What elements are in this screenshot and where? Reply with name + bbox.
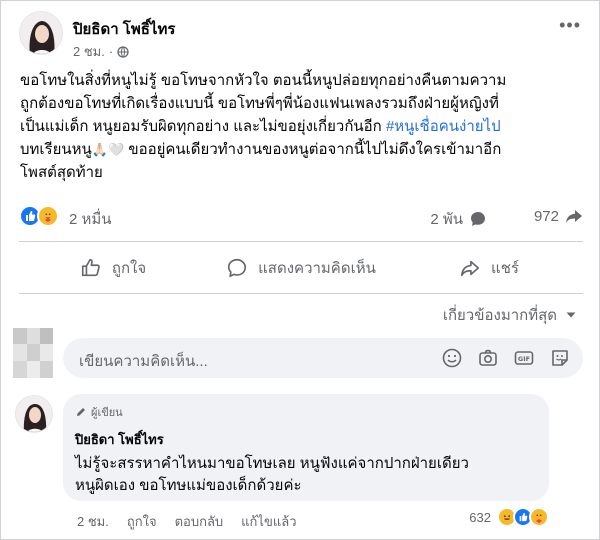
blurred-user-avatar <box>13 328 53 378</box>
post-text-line: บทเรียนหนู🙏🏻🤍 ขออยู่คนเดียวทำงานของหนูต่… <box>20 138 588 161</box>
gif-icon[interactable]: GIF <box>513 347 535 369</box>
comment-bubble: ผู้เขียน ปิยธิดา โพธิ์ไทร ไม่รู้จะสรรหาค… <box>63 394 549 501</box>
author-badge: ผู้เขียน <box>75 403 537 421</box>
comment-reaction-count: 632 <box>469 509 491 525</box>
share-count-value: 972 <box>533 207 559 225</box>
post-header: ปิยธิดา โพธิ์ไทร 2 ชม. · ••• <box>19 11 585 61</box>
comment-count[interactable]: 2 พัน <box>430 207 487 231</box>
post-text: ขอโทษในสิ่งที่หนูไม่รู้ ขอโทษจากหัวใจ ตอ… <box>20 69 588 184</box>
divider <box>19 293 583 294</box>
emoji-icon[interactable] <box>441 347 463 369</box>
sort-label: เกี่ยวข้องมากที่สุด <box>442 307 557 324</box>
reaction-icons[interactable] <box>19 205 59 227</box>
post-time[interactable]: 2 ชม. <box>73 41 105 62</box>
comment-icon <box>228 258 247 278</box>
comment-reactions[interactable]: 632 <box>469 507 549 527</box>
like-button-label: ถูกใจ <box>111 260 147 277</box>
reaction-count[interactable]: 2 หมื่น <box>69 207 112 231</box>
comment-time[interactable]: 2 ชม. <box>77 511 109 532</box>
like-button[interactable]: ถูกใจ <box>19 247 207 289</box>
author-badge-label: ผู้เขียน <box>91 407 123 419</box>
globe-icon <box>117 45 129 58</box>
comment-text: ไม่รู้จะสรรหาคำไหนมาขอโทษเลย หนูฟังแค่จา… <box>75 453 537 497</box>
composer-icons: GIF <box>441 347 571 369</box>
post-text-segment: บทเรียนหนู <box>20 141 92 158</box>
author-avatar[interactable] <box>19 11 63 55</box>
care-reaction-icon <box>529 507 549 527</box>
emoji-text: 🙏🏻🤍 <box>91 142 125 157</box>
comment-input-placeholder[interactable]: เขียนความคิดเห็น... <box>79 349 208 373</box>
sticker-icon[interactable] <box>549 347 571 369</box>
comment-author-avatar[interactable] <box>15 395 53 433</box>
comment-bubble-icon <box>471 212 485 226</box>
like-icon <box>81 258 100 277</box>
comment-like-button[interactable]: ถูกใจ <box>127 511 157 532</box>
comment-edited-label[interactable]: แก้ไขแล้ว <box>241 511 296 532</box>
comment-reply-button[interactable]: ตอบกลับ <box>175 511 224 532</box>
post-text-line: เป็นแม่เด็ก หนูยอมรับผิดทุกอย่าง และไม่ข… <box>20 115 588 138</box>
comment-sort-dropdown[interactable]: เกี่ยวข้องมากที่สุด <box>443 303 577 327</box>
post-text-line: โพสต์สุดท้าย <box>20 164 103 181</box>
comment-button-label: แสดงความคิดเห็น <box>258 260 376 277</box>
comment-text-line: หนูผิดเอง ขอโทษแม่ของเด็กด้วยค่ะ <box>75 477 302 494</box>
share-button[interactable]: แชร์ <box>395 247 583 289</box>
comment-composer[interactable]: เขียนความคิดเห็น... GIF <box>63 338 583 378</box>
post-card: ปิยธิดา โพธิ์ไทร 2 ชม. · ••• ขอโทษในสิ่ง… <box>0 0 600 540</box>
author-name[interactable]: ปิยธิดา โพธิ์ไทร <box>73 17 175 41</box>
share-count[interactable]: 972 <box>534 207 583 225</box>
camera-icon[interactable] <box>477 347 499 369</box>
share-icon <box>460 260 480 277</box>
share-button-label: แชร์ <box>491 260 519 277</box>
care-reaction-icon <box>37 205 59 227</box>
comment-button[interactable]: แสดงความคิดเห็น <box>207 247 395 289</box>
post-text-line: ขอโทษในสิ่งที่หนูไม่รู้ ขอโทษจากหัวใจ ตอ… <box>20 72 507 89</box>
comment-text-line: ไม่รู้จะสรรหาคำไหนมาขอโทษเลย หนูฟังแค่จา… <box>75 455 469 472</box>
comment-actions: 2 ชม. ถูกใจ ตอบกลับ แก้ไขแล้ว <box>77 511 297 532</box>
post-meta: 2 ชม. · <box>73 41 129 62</box>
post-text-segment: ขออยู่คนเดียวทำงานของหนูต่อจากนี้ไปไม่ดึ… <box>128 141 502 158</box>
chevron-down-icon <box>566 312 576 318</box>
post-actions: ถูกใจ แสดงความคิดเห็น แชร์ <box>19 247 583 289</box>
comment-count-value: 2 พัน <box>430 211 463 228</box>
share-arrow-icon <box>566 210 582 223</box>
hashtag-link[interactable]: #หนูเชื่อคนง่ายไป <box>386 118 501 135</box>
post-text-segment: เป็นแม่เด็ก หนูยอมรับผิดทุกอย่าง และไม่ข… <box>20 118 382 135</box>
meta-separator: · <box>108 44 114 59</box>
svg-text:GIF: GIF <box>518 355 530 363</box>
more-options-icon[interactable]: ••• <box>559 15 581 36</box>
post-stats: 2 หมื่น 2 พัน 972 <box>19 203 583 229</box>
post-text-line: ถูกต้องขอโทษที่เกิดเรื่องแบบนี้ ขอโทษพี่… <box>20 95 499 112</box>
comment-author-name[interactable]: ปิยธิดา โพธิ์ไทร <box>75 429 537 450</box>
divider <box>19 241 583 242</box>
pencil-icon <box>77 408 85 416</box>
